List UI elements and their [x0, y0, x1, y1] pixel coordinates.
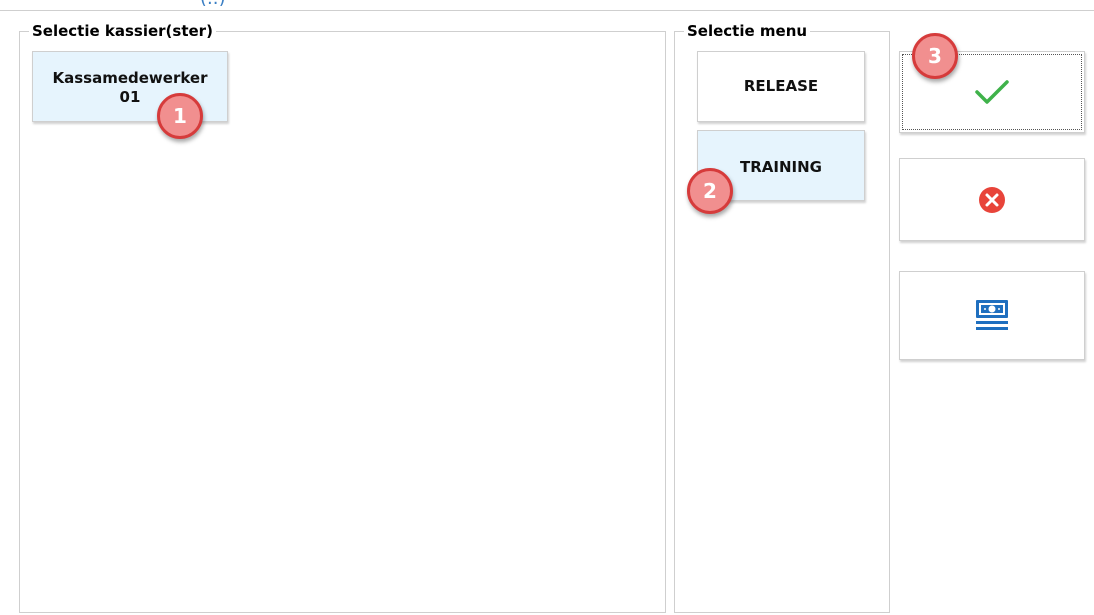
step-marker-1: 1 [157, 93, 203, 139]
checkmark-icon [975, 80, 1009, 104]
step-marker-2: 2 [687, 168, 733, 214]
cashier-group-legend: Selectie kassier(ster) [32, 22, 213, 40]
cashier-name-label: Kassamedewerker [52, 69, 208, 87]
menu-item-label: RELEASE [743, 77, 819, 95]
menu-button-release[interactable]: RELEASE [697, 51, 865, 122]
menu-item-label: TRAINING [740, 158, 822, 176]
menu-group-legend: Selectie menu [687, 22, 808, 40]
header-divider [0, 10, 1094, 11]
cancel-button[interactable] [899, 158, 1085, 241]
cash-drawer-icon [976, 299, 1008, 330]
header-cut-text: (..) [200, 0, 250, 6]
cancel-circle-icon [979, 186, 1005, 213]
step-marker-3: 3 [912, 33, 958, 79]
cash-drawer-button[interactable] [899, 271, 1085, 360]
